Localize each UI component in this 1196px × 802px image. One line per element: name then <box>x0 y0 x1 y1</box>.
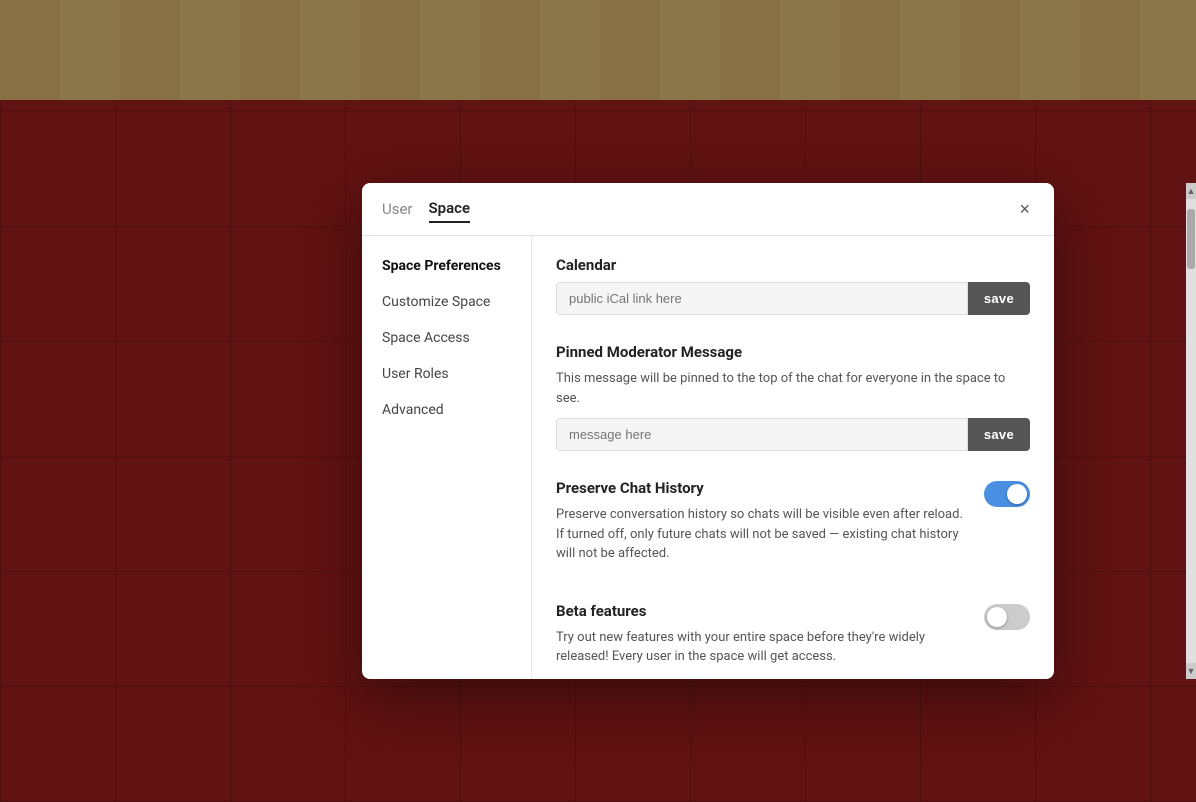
settings-sidebar: Space Preferences Customize Space Space … <box>362 236 532 679</box>
beta-features-toggle[interactable] <box>984 604 1030 630</box>
pinned-message-section: Pinned Moderator Message This message wi… <box>556 343 1030 451</box>
sidebar-item-customize-space[interactable]: Customize Space <box>362 284 531 320</box>
pinned-message-input-row: save <box>556 418 1030 451</box>
preserve-chat-section: Preserve Chat History Preserve conversat… <box>556 479 1030 574</box>
preserve-chat-toggle-row: Preserve Chat History Preserve conversat… <box>556 479 1030 574</box>
scroll-down-button[interactable]: ▼ <box>1186 663 1196 679</box>
pinned-message-save-button[interactable]: save <box>968 418 1030 451</box>
settings-modal: User Space × Space Preferences Customize… <box>362 183 1054 679</box>
preserve-chat-toggle[interactable] <box>984 481 1030 507</box>
beta-features-text: Beta features Try out new features with … <box>556 602 968 677</box>
modal-body: Space Preferences Customize Space Space … <box>362 236 1054 679</box>
calendar-title: Calendar <box>556 256 1030 274</box>
sidebar-item-space-access[interactable]: Space Access <box>362 320 531 356</box>
preserve-chat-title: Preserve Chat History <box>556 479 968 497</box>
close-button[interactable]: × <box>1015 196 1034 222</box>
modal-scrollbar: ▲ ▼ <box>1186 183 1196 679</box>
pinned-message-desc: This message will be pinned to the top o… <box>556 369 1030 408</box>
scrollbar-track <box>1186 199 1196 663</box>
calendar-section: Calendar save <box>556 256 1030 315</box>
scroll-up-button[interactable]: ▲ <box>1186 183 1196 199</box>
sidebar-item-user-roles[interactable]: User Roles <box>362 356 531 392</box>
sidebar-item-space-preferences[interactable]: Space Preferences <box>362 248 531 284</box>
calendar-input[interactable] <box>556 282 968 315</box>
pinned-message-title: Pinned Moderator Message <box>556 343 1030 361</box>
beta-features-title: Beta features <box>556 602 968 620</box>
tab-space[interactable]: Space <box>429 195 471 223</box>
sidebar-item-advanced[interactable]: Advanced <box>362 392 531 428</box>
scrollbar-thumb[interactable] <box>1187 209 1195 269</box>
beta-features-slider <box>984 604 1030 630</box>
modal-header: User Space × <box>362 183 1054 236</box>
tab-user[interactable]: User <box>382 196 413 222</box>
settings-content: Calendar save Pinned Moderator Message T… <box>532 236 1054 679</box>
beta-features-desc: Try out new features with your entire sp… <box>556 628 968 667</box>
preserve-chat-desc: Preserve conversation history so chats w… <box>556 505 968 564</box>
calendar-input-row: save <box>556 282 1030 315</box>
beta-features-section: Beta features Try out new features with … <box>556 602 1030 677</box>
preserve-chat-text: Preserve Chat History Preserve conversat… <box>556 479 968 574</box>
beta-features-toggle-row: Beta features Try out new features with … <box>556 602 1030 677</box>
pinned-message-input[interactable] <box>556 418 968 451</box>
calendar-save-button[interactable]: save <box>968 282 1030 315</box>
preserve-chat-slider <box>984 481 1030 507</box>
